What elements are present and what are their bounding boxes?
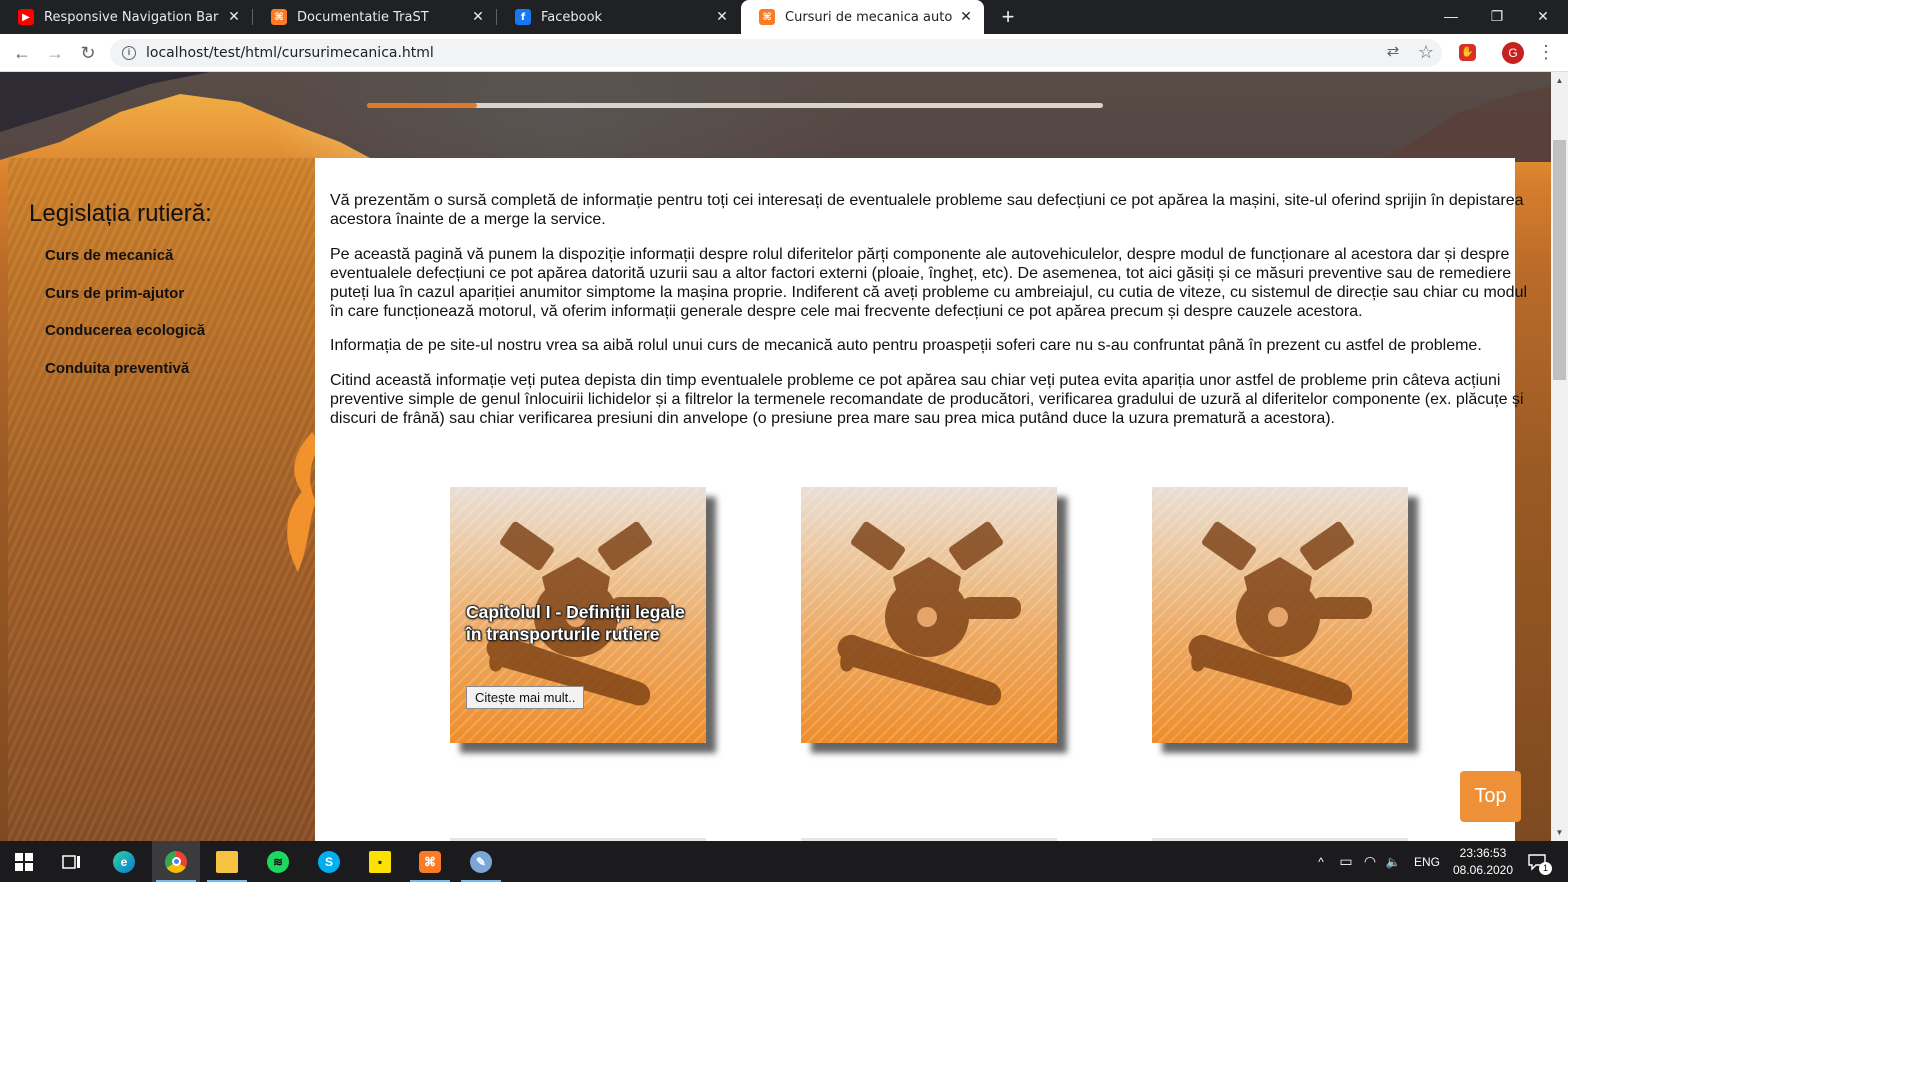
browser-menu-icon[interactable]: ⋮: [1534, 40, 1558, 64]
sidebar-link-curs-mecanica[interactable]: Curs de mecanică: [45, 247, 173, 264]
tab-facebook[interactable]: f Facebook ✕: [497, 0, 740, 34]
battery-icon[interactable]: ▭: [1336, 841, 1356, 882]
xampp-icon: ⌘: [419, 850, 441, 873]
url-text[interactable]: localhost/test/html/cursurimecanica.html: [146, 45, 434, 61]
xampp-icon: ⌘: [271, 9, 287, 25]
open-indicator: [410, 880, 450, 882]
active-indicator: [156, 880, 196, 882]
read-more-button[interactable]: Citește mai mult..: [466, 686, 585, 709]
clock-time: 23:36:53: [1459, 846, 1507, 860]
back-to-top-button[interactable]: Top: [1460, 771, 1521, 822]
taskbar-skype[interactable]: S: [305, 841, 353, 882]
tab-close-icon[interactable]: ✕: [714, 9, 730, 25]
page-scrollbar[interactable]: ▲ ▼: [1551, 72, 1568, 841]
back-button[interactable]: ←: [9, 40, 35, 66]
tab-title: Facebook: [541, 9, 603, 25]
translate-icon[interactable]: ⇄: [1381, 40, 1405, 64]
page-viewport: Legislația rutieră: Curs de mecanică Cur…: [0, 72, 1551, 841]
tab-cursuri-mecanica[interactable]: ⌘ Cursuri de mecanica auto ✕: [741, 0, 984, 34]
notifications-button[interactable]: 1: [1522, 841, 1552, 882]
sidebar-link-prim-ajutor[interactable]: Curs de prim-ajutor: [45, 285, 184, 302]
open-indicator: [461, 880, 501, 882]
youtube-icon: ▶: [18, 9, 34, 25]
taskbar-edge[interactable]: e: [100, 841, 148, 882]
intro-paragraph-4: Citind această informație veți putea dep…: [330, 372, 1524, 427]
taskbar-paint[interactable]: ✎: [457, 841, 505, 882]
site-info-icon[interactable]: i: [122, 46, 136, 60]
adblock-extension-icon[interactable]: ✋: [1459, 44, 1476, 61]
task-view-icon: [62, 854, 80, 869]
taskbar-sticky-notes[interactable]: ▪: [356, 841, 404, 882]
main-content: Vă prezentăm o sursă completă de informa…: [315, 158, 1527, 841]
tab-youtube[interactable]: ▶ Responsive Navigation Bar with HTM ✕: [0, 0, 252, 34]
engine-wrench-icon: [1188, 521, 1372, 706]
sidebar-link-conduita-preventiva[interactable]: Conduita preventivă: [45, 360, 189, 377]
forward-button[interactable]: →: [42, 40, 68, 66]
chapter-card-3[interactable]: [1152, 487, 1408, 743]
taskbar-xampp[interactable]: ⌘: [406, 841, 454, 882]
slider-progress-fill: [367, 103, 478, 108]
open-indicator: [207, 880, 247, 882]
intro-paragraph-3: Informația de pe site-ul nostru vrea sa …: [330, 337, 1482, 354]
scrollbar-thumb[interactable]: [1553, 140, 1566, 380]
facebook-icon: f: [515, 9, 531, 25]
browser-tab-strip: ▶ Responsive Navigation Bar with HTM ✕ ⌘…: [0, 0, 1568, 34]
reload-button[interactable]: ↻: [75, 40, 101, 66]
restore-button[interactable]: ❐: [1474, 0, 1520, 34]
notification-count-badge: 1: [1539, 862, 1552, 875]
taskbar-spotify[interactable]: ≋: [254, 841, 302, 882]
sidebar-link-conducerea-ecologica[interactable]: Conducerea ecologică: [45, 322, 205, 339]
chapter-card-2[interactable]: [801, 487, 1057, 743]
scroll-up-arrow-icon[interactable]: ▲: [1551, 72, 1568, 89]
skype-icon: S: [318, 850, 340, 873]
start-button[interactable]: [0, 841, 48, 882]
sticky-notes-icon: ▪: [369, 850, 391, 873]
scroll-down-arrow-icon[interactable]: ▼: [1551, 824, 1568, 841]
tray-chevron-icon[interactable]: ^: [1312, 841, 1330, 882]
file-explorer-icon: [216, 850, 238, 873]
wifi-icon[interactable]: ◠: [1360, 841, 1380, 882]
clock-date: 08.06.2020: [1452, 863, 1514, 877]
tab-title: Responsive Navigation Bar with HTM: [44, 9, 220, 25]
xampp-icon: ⌘: [759, 9, 775, 25]
tab-close-icon[interactable]: ✕: [226, 9, 242, 25]
sidebar: Legislația rutieră: Curs de mecanică Cur…: [8, 158, 315, 841]
bookmark-star-icon[interactable]: ☆: [1414, 40, 1438, 64]
tab-documentatie[interactable]: ⌘ Documentatie TraST ✕: [253, 0, 496, 34]
chrome-icon: [165, 850, 187, 873]
address-bar[interactable]: i localhost/test/html/cursurimecanica.ht…: [110, 39, 1442, 67]
tab-close-icon[interactable]: ✕: [470, 9, 486, 25]
chapter-card-1[interactable]: Capitolul I - Definiții legale în transp…: [450, 487, 706, 743]
mountain-banner-image: [0, 72, 1551, 162]
engine-wrench-icon: [837, 521, 1021, 706]
tab-title: Documentatie TraST: [297, 9, 429, 25]
flame-decoration: [287, 432, 320, 572]
start-icon: [15, 852, 33, 871]
taskbar-clock[interactable]: 23:36:53 08.06.2020: [1448, 845, 1518, 879]
paint-icon: ✎: [470, 850, 492, 873]
volume-icon[interactable]: 🔈: [1383, 841, 1403, 882]
taskbar-chrome[interactable]: [152, 841, 200, 882]
tab-title: Cursuri de mecanica auto: [785, 9, 952, 25]
windows-taskbar: e ≋ S ▪ ⌘ ✎ ^ ▭ ◠ 🔈 ENG 23:36:53 08.06.2…: [0, 841, 1568, 882]
spotify-icon: ≋: [267, 850, 289, 873]
close-window-button[interactable]: ✕: [1520, 0, 1566, 34]
new-tab-button[interactable]: +: [996, 4, 1020, 30]
edge-icon: e: [113, 850, 135, 873]
minimize-button[interactable]: —: [1428, 0, 1474, 34]
browser-toolbar: ← → ↻ i localhost/test/html/cursurimecan…: [0, 34, 1568, 72]
slider-progress-track: [367, 103, 1103, 108]
card-title: Capitolul I - Definiții legale în transp…: [466, 602, 685, 644]
taskbar-file-explorer[interactable]: [203, 841, 251, 882]
tab-close-icon[interactable]: ✕: [958, 9, 974, 25]
intro-paragraph-2: Pe această pagină vă punem la dispoziție…: [330, 246, 1528, 320]
sidebar-title: Legislația rutieră:: [29, 200, 212, 227]
task-view-button[interactable]: [48, 841, 96, 882]
intro-paragraph-1: Vă prezentăm o sursă completă de informa…: [330, 192, 1524, 228]
profile-avatar[interactable]: G: [1502, 42, 1524, 64]
language-indicator[interactable]: ENG: [1410, 841, 1444, 882]
